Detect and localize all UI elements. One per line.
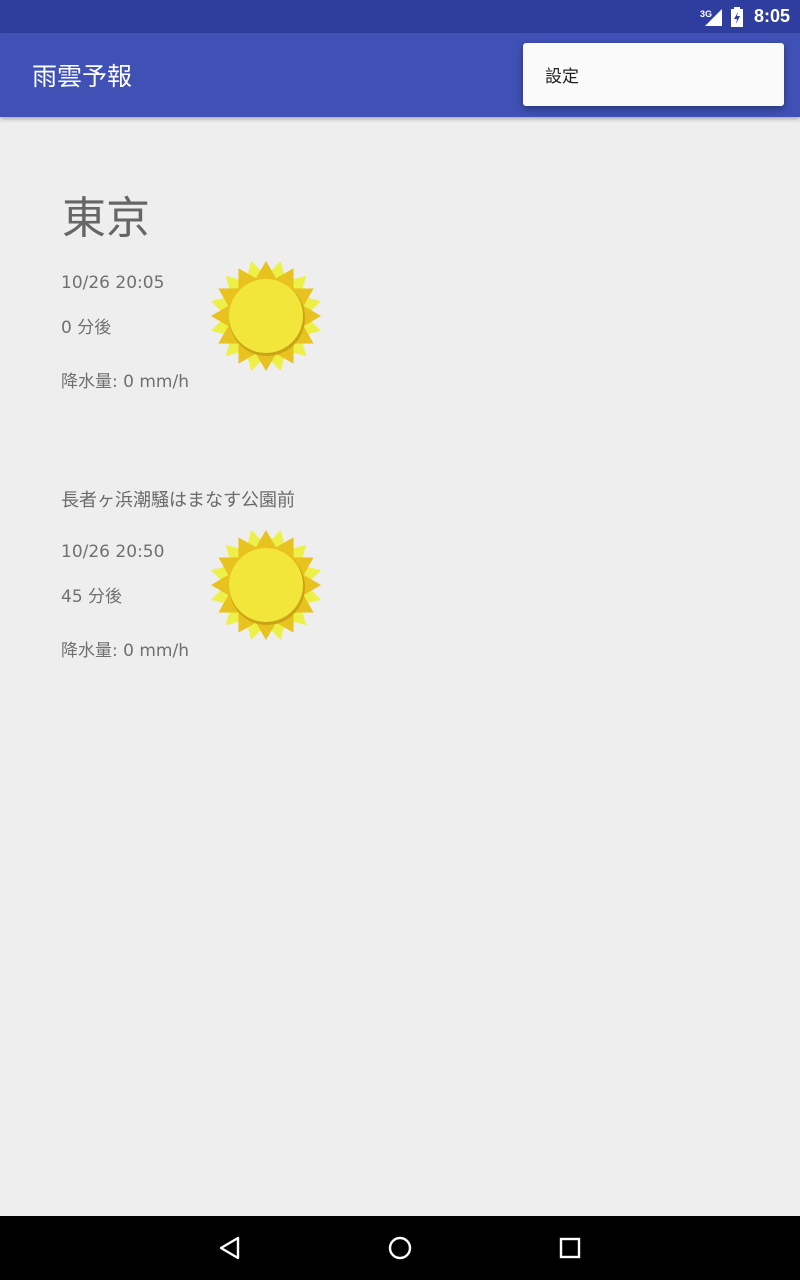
status-time: 8:05 (753, 6, 790, 26)
home-button[interactable] (380, 1228, 420, 1268)
precipitation-amount: 降水量: 0 mm/h (61, 372, 189, 392)
home-icon (388, 1236, 412, 1260)
sun-icon (207, 257, 325, 375)
forecast-offset: 0 分後 (61, 318, 112, 338)
forecast-datetime: 10/26 20:05 (61, 273, 165, 293)
sun-icon (207, 526, 325, 644)
navigation-bar (0, 1216, 800, 1280)
app-title: 雨雲予報 (32, 62, 133, 91)
overflow-menu: 設定 (523, 43, 784, 106)
location-name: 長者ヶ浜潮騒はまなす公園前 (61, 490, 295, 511)
back-button[interactable] (210, 1228, 250, 1268)
signal-icon: 3G (700, 7, 724, 27)
location-name: 東京 (62, 193, 150, 244)
battery-icon (730, 6, 744, 27)
back-icon (219, 1236, 240, 1260)
recents-button[interactable] (550, 1228, 590, 1268)
menu-item-settings[interactable]: 設定 (523, 43, 784, 106)
recents-icon (559, 1237, 581, 1259)
forecast-datetime: 10/26 20:50 (61, 542, 165, 562)
status-bar: 3G 8:05 (0, 0, 800, 33)
forecast-offset: 45 分後 (61, 587, 123, 607)
status-icons: 3G 8:05 (700, 0, 790, 33)
precipitation-amount: 降水量: 0 mm/h (61, 641, 189, 661)
